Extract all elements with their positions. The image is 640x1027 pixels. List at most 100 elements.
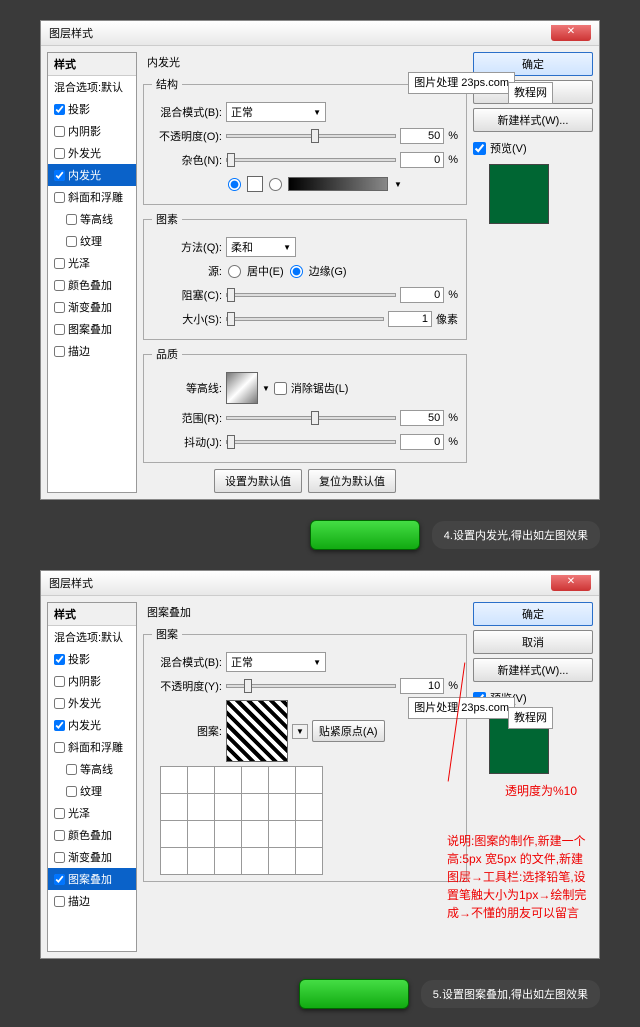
style-item[interactable]: 渐变叠加	[48, 846, 136, 868]
reset-default-button[interactable]: 复位为默认值	[308, 469, 396, 493]
style-checkbox[interactable]	[66, 214, 77, 225]
jitter-input[interactable]: 0	[400, 434, 444, 450]
style-item[interactable]: 等高线	[48, 208, 136, 230]
pattern-swatch[interactable]	[161, 767, 187, 793]
range-input[interactable]: 50	[400, 410, 444, 426]
new-style-button[interactable]: 新建样式(W)...	[473, 108, 593, 132]
style-item[interactable]: 投影	[48, 648, 136, 670]
style-item[interactable]: 内阴影	[48, 670, 136, 692]
chevron-down-icon[interactable]: ▼	[394, 180, 402, 189]
style-item[interactable]: 光泽	[48, 252, 136, 274]
gradient-swatch[interactable]	[288, 177, 388, 191]
pattern-swatch[interactable]	[296, 767, 322, 793]
new-style-button[interactable]: 新建样式(W)...	[473, 658, 593, 682]
blend-mode-dropdown[interactable]: 正常▼	[226, 102, 326, 122]
opacity-slider[interactable]	[226, 684, 396, 688]
chevron-down-icon[interactable]: ▼	[292, 724, 308, 739]
pattern-preview[interactable]	[226, 700, 288, 762]
cancel-button[interactable]: 取消	[473, 630, 593, 654]
range-slider[interactable]	[226, 416, 396, 420]
blend-mode-dropdown[interactable]: 正常▼	[226, 652, 326, 672]
pattern-swatch[interactable]	[296, 848, 322, 874]
technique-dropdown[interactable]: 柔和▼	[226, 237, 296, 257]
antialias-checkbox[interactable]	[274, 382, 287, 395]
style-checkbox[interactable]	[54, 742, 65, 753]
style-item[interactable]: 描边	[48, 890, 136, 912]
style-checkbox[interactable]	[54, 698, 65, 709]
style-item[interactable]: 渐变叠加	[48, 296, 136, 318]
style-checkbox[interactable]	[54, 852, 65, 863]
make-default-button[interactable]: 设置为默认值	[214, 469, 302, 493]
style-item[interactable]: 外发光	[48, 692, 136, 714]
style-checkbox[interactable]	[54, 280, 65, 291]
pattern-swatch[interactable]	[269, 821, 295, 847]
pattern-swatch[interactable]	[296, 794, 322, 820]
noise-slider[interactable]	[226, 158, 396, 162]
style-checkbox[interactable]	[54, 676, 65, 687]
style-checkbox[interactable]	[54, 258, 65, 269]
style-item[interactable]: 内发光	[48, 714, 136, 736]
blend-options-item[interactable]: 混合选项:默认	[48, 626, 136, 648]
ok-button[interactable]: 确定	[473, 602, 593, 626]
pattern-swatch[interactable]	[188, 821, 214, 847]
blend-options-item[interactable]: 混合选项:默认	[48, 76, 136, 98]
pattern-swatch[interactable]	[161, 821, 187, 847]
style-checkbox[interactable]	[54, 830, 65, 841]
opacity-slider[interactable]	[226, 134, 396, 138]
style-item[interactable]: 描边	[48, 340, 136, 362]
chevron-down-icon[interactable]: ▼	[262, 384, 270, 393]
pattern-swatch[interactable]	[188, 794, 214, 820]
color-swatch[interactable]	[247, 176, 263, 192]
opacity-input[interactable]: 10	[400, 678, 444, 694]
green-button[interactable]	[310, 520, 420, 550]
style-checkbox[interactable]	[66, 236, 77, 247]
green-button[interactable]	[299, 979, 409, 1009]
style-checkbox[interactable]	[54, 126, 65, 137]
style-item[interactable]: 内阴影	[48, 120, 136, 142]
noise-input[interactable]: 0	[400, 152, 444, 168]
titlebar[interactable]: 图层样式 ✕	[41, 21, 599, 46]
pattern-swatch[interactable]	[242, 848, 268, 874]
close-icon[interactable]: ✕	[551, 25, 591, 41]
pattern-swatch[interactable]	[161, 848, 187, 874]
opacity-input[interactable]: 50	[400, 128, 444, 144]
style-checkbox[interactable]	[66, 764, 77, 775]
style-checkbox[interactable]	[54, 808, 65, 819]
contour-picker[interactable]	[226, 372, 258, 404]
style-checkbox[interactable]	[54, 148, 65, 159]
style-checkbox[interactable]	[54, 302, 65, 313]
style-checkbox[interactable]	[54, 874, 65, 885]
style-checkbox[interactable]	[66, 786, 77, 797]
pattern-swatch[interactable]	[215, 821, 241, 847]
pattern-swatch[interactable]	[242, 821, 268, 847]
pattern-swatch[interactable]	[161, 794, 187, 820]
choke-slider[interactable]	[226, 293, 396, 297]
pattern-swatch[interactable]	[215, 767, 241, 793]
pattern-swatch[interactable]	[188, 848, 214, 874]
pattern-swatch[interactable]	[215, 848, 241, 874]
style-item[interactable]: 图案叠加	[48, 868, 136, 890]
jitter-slider[interactable]	[226, 440, 396, 444]
style-item[interactable]: 纹理	[48, 230, 136, 252]
style-checkbox[interactable]	[54, 324, 65, 335]
color-radio[interactable]	[228, 178, 241, 191]
preview-checkbox[interactable]	[473, 142, 486, 155]
style-item[interactable]: 图案叠加	[48, 318, 136, 340]
choke-input[interactable]: 0	[400, 287, 444, 303]
style-checkbox[interactable]	[54, 720, 65, 731]
pattern-swatch[interactable]	[296, 821, 322, 847]
source-center-radio[interactable]	[228, 265, 241, 278]
pattern-swatch[interactable]	[269, 848, 295, 874]
source-edge-radio[interactable]	[290, 265, 303, 278]
style-checkbox[interactable]	[54, 170, 65, 181]
style-item[interactable]: 纹理	[48, 780, 136, 802]
style-item[interactable]: 等高线	[48, 758, 136, 780]
pattern-picker-grid[interactable]	[160, 766, 323, 875]
style-checkbox[interactable]	[54, 192, 65, 203]
style-item[interactable]: 颜色叠加	[48, 824, 136, 846]
pattern-swatch[interactable]	[269, 794, 295, 820]
pattern-swatch[interactable]	[269, 767, 295, 793]
size-input[interactable]: 1	[388, 311, 432, 327]
style-item[interactable]: 颜色叠加	[48, 274, 136, 296]
pattern-swatch[interactable]	[242, 767, 268, 793]
